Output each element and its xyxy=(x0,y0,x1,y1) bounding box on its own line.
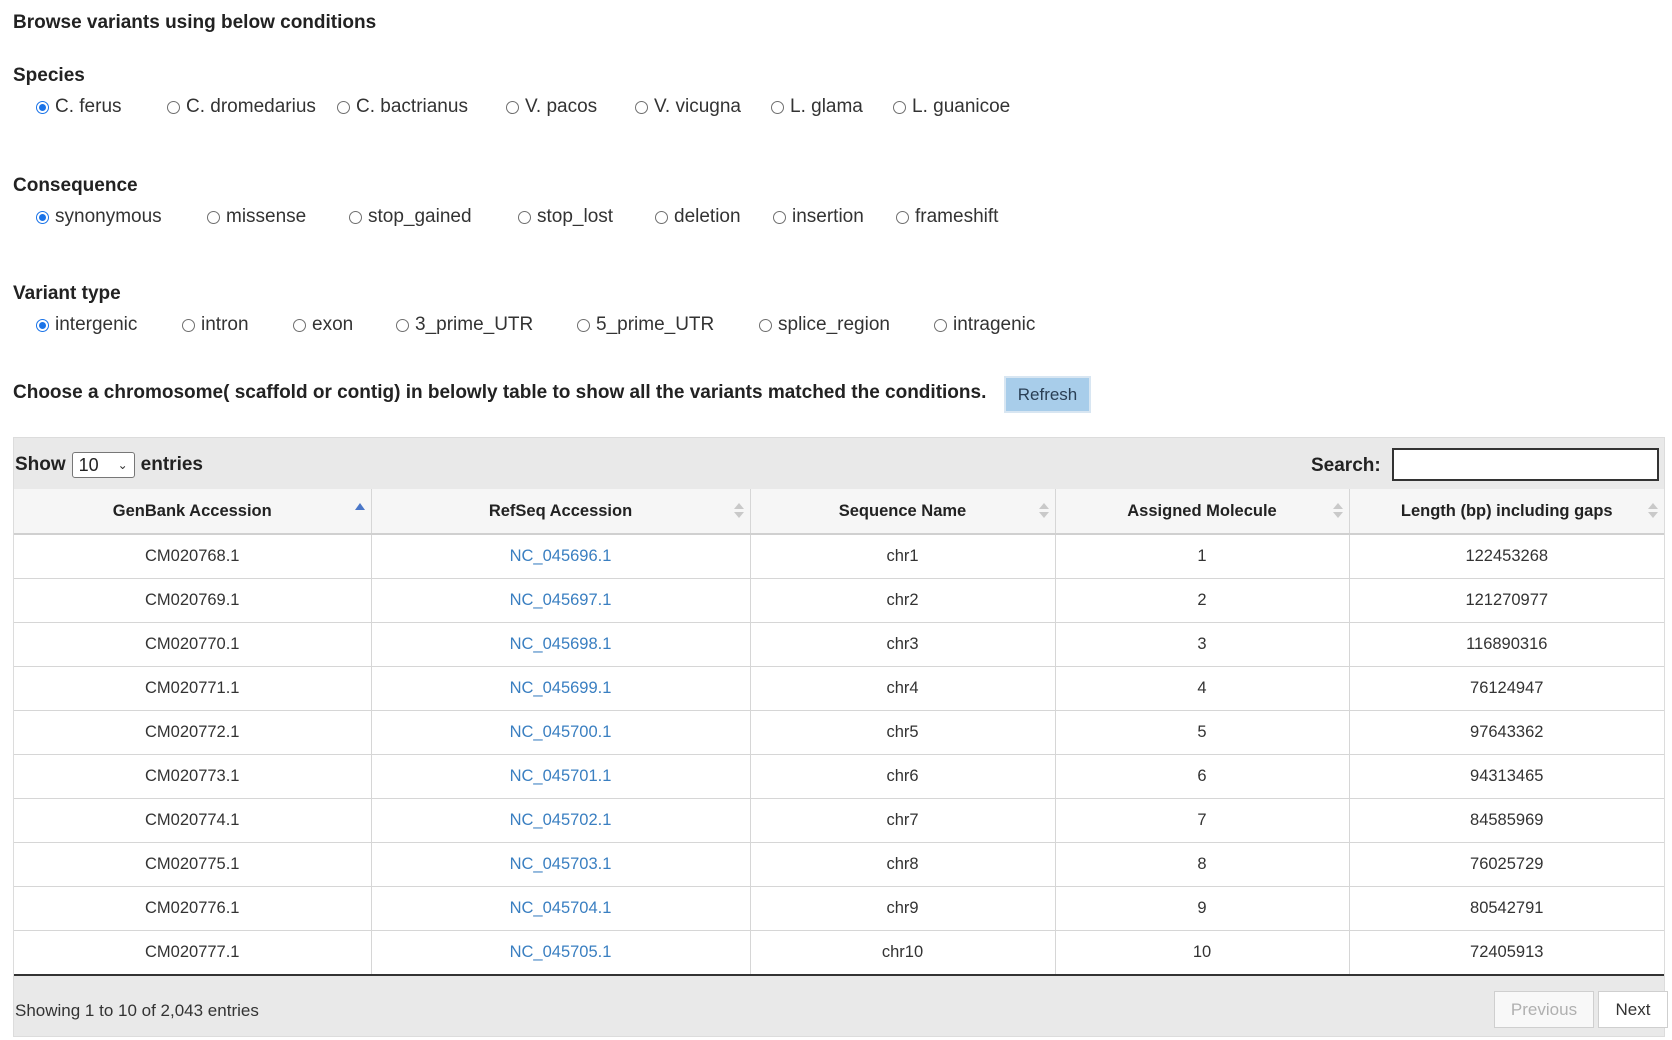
refseq-link[interactable]: NC_045699.1 xyxy=(510,679,612,697)
consequence-option-frameshift[interactable]: frameshift xyxy=(896,206,998,228)
table-row[interactable]: CM020769.1 NC_045697.1 chr2 2 121270977 xyxy=(14,578,1664,623)
radio-unchecked-icon[interactable] xyxy=(337,100,350,114)
choose-chromosome-instruction: Choose a chromosome( scaffold or contig)… xyxy=(13,382,987,403)
table-row[interactable]: CM020776.1 NC_045704.1 chr9 9 80542791 xyxy=(14,886,1664,931)
consequence-option-missense[interactable]: missense xyxy=(207,206,306,228)
refseq-link[interactable]: NC_045705.1 xyxy=(510,943,612,961)
species-option-c-ferus[interactable]: C. ferus xyxy=(36,96,122,118)
species-option-c-dromedarius[interactable]: C. dromedarius xyxy=(167,96,316,118)
column-header-sequence-name[interactable]: Sequence Name xyxy=(750,489,1056,535)
radio-unchecked-icon[interactable] xyxy=(934,318,947,332)
page-length-control: Show 10 ⌄ entries xyxy=(15,452,203,478)
consequence-option-synonymous[interactable]: synonymous xyxy=(36,206,162,228)
search-label: Search: xyxy=(1311,455,1381,476)
table-row[interactable]: CM020773.1 NC_045701.1 chr6 6 94313465 xyxy=(14,754,1664,799)
next-page-button[interactable]: Next xyxy=(1598,991,1668,1028)
radio-unchecked-icon[interactable] xyxy=(635,100,648,114)
radio-unchecked-icon[interactable] xyxy=(349,210,362,224)
page-heading: Browse variants using below conditions xyxy=(13,12,377,33)
refseq-link[interactable]: NC_045703.1 xyxy=(510,855,612,873)
radio-unchecked-icon[interactable] xyxy=(293,318,306,332)
radio-unchecked-icon[interactable] xyxy=(577,318,590,332)
species-option-c-bactrianus[interactable]: C. bactrianus xyxy=(337,96,468,118)
consequence-option-insertion[interactable]: insertion xyxy=(773,206,864,228)
table-row[interactable]: CM020775.1 NC_045703.1 chr8 8 76025729 xyxy=(14,842,1664,887)
sort-icon xyxy=(1332,503,1343,519)
radio-unchecked-icon[interactable] xyxy=(771,100,784,114)
species-option-v-pacos[interactable]: V. pacos xyxy=(506,96,597,118)
refseq-link[interactable]: NC_045704.1 xyxy=(510,899,612,917)
radio-checked-icon[interactable] xyxy=(36,210,49,224)
refseq-link[interactable]: NC_045697.1 xyxy=(510,591,612,609)
sort-ascending-icon xyxy=(354,503,365,510)
variant-type-option-3-prime-utr[interactable]: 3_prime_UTR xyxy=(396,314,533,336)
table-row[interactable]: CM020770.1 NC_045698.1 chr3 3 116890316 xyxy=(14,622,1664,667)
species-option-l-glama[interactable]: L. glama xyxy=(771,96,863,118)
refseq-link[interactable]: NC_045701.1 xyxy=(510,767,612,785)
refseq-link[interactable]: NC_045700.1 xyxy=(510,723,612,741)
variant-type-option-5-prime-utr[interactable]: 5_prime_UTR xyxy=(577,314,714,336)
table-header-row: GenBank Accession RefSeq Accession Seque… xyxy=(14,489,1664,535)
species-title: Species xyxy=(13,65,85,86)
radio-unchecked-icon[interactable] xyxy=(182,318,195,332)
radio-unchecked-icon[interactable] xyxy=(167,100,180,114)
consequence-option-stop-gained[interactable]: stop_gained xyxy=(349,206,472,228)
sort-icon xyxy=(1038,503,1049,519)
column-header-genbank-accession[interactable]: GenBank Accession xyxy=(14,489,372,535)
refseq-link[interactable]: NC_045702.1 xyxy=(510,811,612,829)
chevron-down-icon: ⌄ xyxy=(117,458,128,472)
species-option-v-vicugna[interactable]: V. vicugna xyxy=(635,96,741,118)
radio-unchecked-icon[interactable] xyxy=(773,210,786,224)
search-input[interactable] xyxy=(1392,448,1659,481)
radio-unchecked-icon[interactable] xyxy=(518,210,531,224)
radio-checked-icon[interactable] xyxy=(36,100,49,114)
refseq-link[interactable]: NC_045696.1 xyxy=(510,547,612,565)
table-info: Showing 1 to 10 of 2,043 entries xyxy=(15,1001,259,1020)
table-row[interactable]: CM020771.1 NC_045699.1 chr4 4 76124947 xyxy=(14,666,1664,711)
radio-unchecked-icon[interactable] xyxy=(759,318,772,332)
radio-unchecked-icon[interactable] xyxy=(655,210,668,224)
column-header-assigned-molecule[interactable]: Assigned Molecule xyxy=(1055,489,1350,535)
variant-type-option-intron[interactable]: intron xyxy=(182,314,249,336)
chromosome-table-panel: Show 10 ⌄ entries Search: GenBank Access… xyxy=(13,437,1668,1037)
radio-checked-icon[interactable] xyxy=(36,318,49,332)
radio-unchecked-icon[interactable] xyxy=(207,210,220,224)
consequence-title: Consequence xyxy=(13,175,138,196)
variant-type-title: Variant type xyxy=(13,283,121,304)
sort-icon xyxy=(733,503,744,519)
consequence-option-stop-lost[interactable]: stop_lost xyxy=(518,206,613,228)
radio-unchecked-icon[interactable] xyxy=(893,100,906,114)
table-row[interactable]: CM020777.1 NC_045705.1 chr10 10 72405913 xyxy=(14,930,1664,976)
previous-page-button[interactable]: Previous xyxy=(1494,991,1594,1028)
table-row[interactable]: CM020772.1 NC_045700.1 chr5 5 97643362 xyxy=(14,710,1664,755)
radio-unchecked-icon[interactable] xyxy=(506,100,519,114)
refseq-link[interactable]: NC_045698.1 xyxy=(510,635,612,653)
table-row[interactable]: CM020774.1 NC_045702.1 chr7 7 84585969 xyxy=(14,798,1664,843)
species-option-l-guanicoe[interactable]: L. guanicoe xyxy=(893,96,1010,118)
radio-unchecked-icon[interactable] xyxy=(396,318,409,332)
radio-unchecked-icon[interactable] xyxy=(896,210,909,224)
consequence-option-deletion[interactable]: deletion xyxy=(655,206,741,228)
chromosome-table: GenBank Accession RefSeq Accession Seque… xyxy=(14,489,1664,976)
variant-type-option-intergenic[interactable]: intergenic xyxy=(36,314,137,336)
variant-type-option-exon[interactable]: exon xyxy=(293,314,353,336)
refresh-button[interactable]: Refresh xyxy=(1004,376,1091,413)
variant-type-option-intragenic[interactable]: intragenic xyxy=(934,314,1035,336)
sort-icon xyxy=(1648,503,1658,519)
table-row[interactable]: CM020768.1 NC_045696.1 chr1 1 122453268 xyxy=(14,534,1664,579)
page-length-select[interactable]: 10 ⌄ xyxy=(71,452,135,478)
variant-type-option-splice-region[interactable]: splice_region xyxy=(759,314,890,336)
column-header-length[interactable]: Length (bp) including gaps xyxy=(1349,489,1664,535)
column-header-refseq-accession[interactable]: RefSeq Accession xyxy=(371,489,751,535)
